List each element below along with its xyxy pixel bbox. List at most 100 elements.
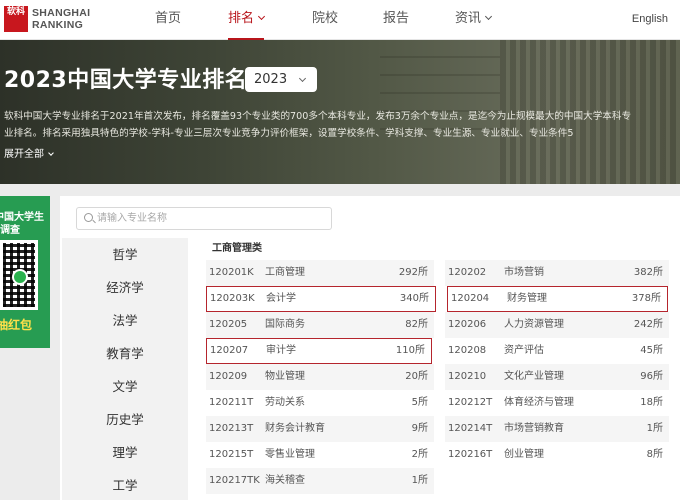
major-code: 120213T	[209, 423, 254, 434]
school-count: 8所	[646, 449, 663, 460]
search-icon	[84, 213, 93, 222]
major-row[interactable]: 120213T 财务会计教育 9所	[206, 416, 434, 442]
school-count: 242所	[633, 319, 663, 330]
search-box[interactable]	[76, 207, 332, 230]
major-code: 120215T	[209, 449, 254, 460]
major-code: 120205	[209, 319, 248, 330]
major-code: 120207	[210, 345, 249, 356]
category-item[interactable]: 教育学	[62, 337, 188, 370]
school-count: 340所	[399, 293, 429, 304]
major-name: 市场营销教育	[504, 423, 564, 434]
major-code: 120217TK	[209, 475, 260, 486]
logo-text: SHANGHAI RANKING	[32, 7, 90, 31]
nav-label: 排名	[228, 11, 255, 26]
school-count: 292所	[398, 267, 428, 278]
major-row[interactable]: 120210 文化产业管理 96所	[445, 364, 669, 390]
major-name: 体育经济与管理	[504, 397, 574, 408]
page-title: 2023中国大学专业排名	[4, 68, 248, 93]
category-item[interactable]: 哲学	[62, 238, 188, 271]
major-row[interactable]: 120214T 市场营销教育 1所	[445, 416, 669, 442]
major-name: 会计学	[266, 293, 296, 304]
category-item[interactable]: 法学	[62, 304, 188, 337]
section-title: 工商管理类	[212, 243, 262, 254]
school-count: 2所	[411, 449, 428, 460]
promo-red-packet: 抽红包	[0, 318, 33, 332]
school-count: 1所	[646, 423, 663, 434]
wechat-icon	[12, 269, 28, 285]
school-count: 18所	[640, 397, 663, 408]
nav-label: 报告	[383, 11, 410, 26]
nav-item-reports[interactable]: 报告	[383, 0, 409, 40]
nav-label: 院校	[312, 11, 339, 26]
school-count: 382所	[633, 267, 663, 278]
language-switch[interactable]: English	[632, 0, 668, 38]
major-code: 120202	[448, 267, 487, 278]
major-row[interactable]: 120207 审计学 110所	[206, 338, 432, 364]
major-row[interactable]: 120203K 会计学 340所	[206, 286, 436, 312]
major-code: 120206	[448, 319, 487, 330]
major-code: 120214T	[448, 423, 493, 434]
logo-line-1: SHANGHAI	[32, 7, 91, 19]
major-code: 120211T	[209, 397, 254, 408]
major-row[interactable]: 120208 资产评估 45所	[445, 338, 669, 364]
major-name: 财务管理	[507, 293, 547, 304]
major-row[interactable]: 120202 市场营销 382所	[445, 260, 669, 286]
nav-item-home[interactable]: 首页	[155, 0, 181, 40]
major-name: 文化产业管理	[504, 371, 564, 382]
major-name: 财务会计教育	[265, 423, 325, 434]
major-name: 劳动关系	[265, 397, 305, 408]
major-row[interactable]: 120205 国际商务 82所	[206, 312, 434, 338]
school-count: 1所	[411, 475, 428, 486]
major-name: 国际商务	[265, 319, 305, 330]
category-item[interactable]: 工学	[62, 469, 188, 500]
major-row[interactable]: 120206 人力资源管理 242所	[445, 312, 669, 338]
year-select-value: 2023	[254, 72, 288, 87]
major-row[interactable]: 120204 财务管理 378所	[447, 286, 668, 312]
major-name: 零售业管理	[265, 449, 315, 460]
category-item[interactable]: 经济学	[62, 271, 188, 304]
expand-all-link[interactable]: 展开全部	[4, 145, 54, 160]
chevron-down-icon	[48, 150, 54, 156]
survey-promo-banner[interactable]: 中国大学生 调查 抽红包	[0, 196, 50, 348]
major-name: 物业管理	[265, 371, 305, 382]
major-name: 市场营销	[504, 267, 544, 278]
major-code: 120204	[451, 293, 490, 304]
major-name: 审计学	[266, 345, 296, 356]
logo[interactable]: 软科 SHANGHAI RANKING	[4, 6, 90, 32]
school-count: 45所	[640, 345, 663, 356]
major-row[interactable]: 120217TK 海关稽查 1所	[206, 468, 434, 494]
major-row[interactable]: 120216T 创业管理 8所	[445, 442, 669, 468]
category-item[interactable]: 文学	[62, 370, 188, 403]
nav-item-news[interactable]: 资讯	[455, 0, 493, 40]
major-name: 创业管理	[504, 449, 544, 460]
year-select[interactable]: 2023	[245, 67, 317, 92]
school-count: 96所	[640, 371, 663, 382]
major-row[interactable]: 120215T 零售业管理 2所	[206, 442, 434, 468]
school-count: 5所	[411, 397, 428, 408]
chevron-down-icon	[484, 12, 493, 21]
school-count: 20所	[405, 371, 428, 382]
chevron-down-icon	[257, 12, 266, 21]
logo-mark: 软科	[4, 6, 28, 32]
expand-label: 展开全部	[4, 149, 44, 160]
category-item[interactable]: 历史学	[62, 403, 188, 436]
school-count: 110所	[395, 345, 425, 356]
search-input[interactable]	[97, 208, 327, 229]
logo-line-2: RANKING	[32, 19, 84, 31]
qr-code	[0, 240, 38, 310]
ranking-description: 软科中国大学专业排名于2021年首次发布，排名覆盖93个专业类的700多个本科专…	[4, 111, 632, 139]
major-row[interactable]: 120211T 劳动关系 5所	[206, 390, 434, 416]
nav-label: 资讯	[455, 11, 482, 26]
major-row[interactable]: 120201K 工商管理 292所	[206, 260, 434, 286]
nav-item-universities[interactable]: 院校	[312, 0, 338, 40]
major-code: 120201K	[209, 267, 254, 278]
major-code: 120210	[448, 371, 487, 382]
category-item[interactable]: 理学	[62, 436, 188, 469]
major-row[interactable]: 120209 物业管理 20所	[206, 364, 434, 390]
major-code: 120203K	[210, 293, 255, 304]
major-name: 工商管理	[265, 267, 305, 278]
major-code: 120216T	[448, 449, 493, 460]
school-count: 378所	[631, 293, 661, 304]
major-row[interactable]: 120212T 体育经济与管理 18所	[445, 390, 669, 416]
nav-item-rankings[interactable]: 排名	[228, 0, 266, 40]
